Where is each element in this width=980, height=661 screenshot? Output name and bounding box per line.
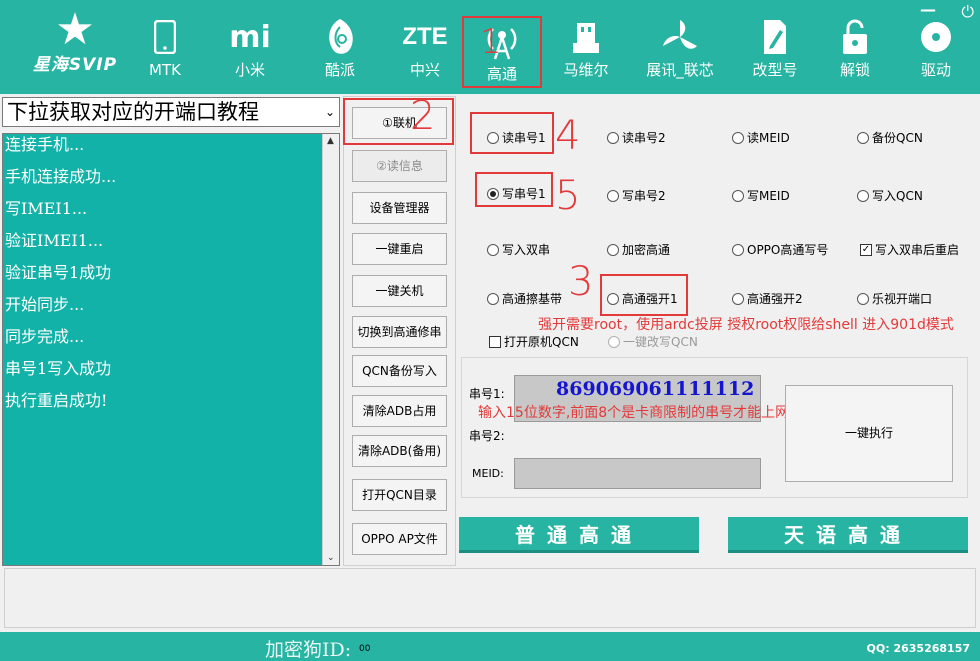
radio-write-meid[interactable]: 写MEID bbox=[732, 187, 790, 204]
star-face-icon: ★ bbox=[55, 4, 95, 55]
annotation-2: 2 bbox=[410, 93, 436, 139]
log-line: 同步完成... bbox=[5, 327, 85, 346]
radio-force-open1[interactable]: 高通强开1 bbox=[607, 290, 678, 307]
checkbox-open-original-qcn[interactable]: 打开原机QCN bbox=[489, 333, 579, 350]
toolbar-qualcomm[interactable]: 高通 bbox=[462, 16, 542, 88]
qq-contact: QQ: 2635268157 bbox=[866, 642, 970, 655]
toolbar-marvell[interactable]: 马维尔 bbox=[546, 14, 626, 88]
meid-field[interactable] bbox=[514, 458, 761, 489]
phone-icon bbox=[125, 14, 205, 60]
antenna-icon bbox=[464, 18, 540, 64]
log-line: 手机连接成功... bbox=[5, 167, 117, 186]
log-line: 连接手机... bbox=[5, 135, 85, 154]
tutorial-dropdown[interactable]: 下拉获取对应的开端口教程 ⌄ bbox=[2, 97, 340, 127]
radio-write-qcn[interactable]: 写入QCN bbox=[857, 187, 923, 204]
app-logo: ★ 星海SVIP bbox=[20, 6, 130, 86]
radio-read-meid[interactable]: 读MEID bbox=[732, 129, 790, 146]
status-area bbox=[4, 568, 976, 628]
annotation-5: 5 bbox=[555, 173, 581, 219]
tianyu-qualcomm-button[interactable]: 天语高通 bbox=[728, 517, 968, 553]
radio-read-serial2[interactable]: 读串号2 bbox=[607, 129, 666, 146]
radio-one-click-qcn[interactable]: 一键改写QCN bbox=[608, 333, 698, 350]
root-note: 强开需要root，使用ardc投屏 授权root权限给shell 进入901d模… bbox=[538, 317, 954, 333]
radio-write-dual[interactable]: 写入双串 bbox=[487, 241, 550, 258]
scroll-down-icon[interactable]: ⌄ bbox=[327, 553, 335, 563]
radio-write-serial2[interactable]: 写串号2 bbox=[607, 187, 666, 204]
log-line: 开始同步... bbox=[5, 295, 85, 314]
log-line: 验证IMEI1... bbox=[5, 231, 104, 250]
pinwheel-icon bbox=[640, 14, 720, 60]
toolbar-change-model[interactable]: 改型号 bbox=[735, 14, 815, 88]
radio-backup-qcn[interactable]: 备份QCN bbox=[857, 129, 923, 146]
edit-doc-icon bbox=[735, 14, 815, 60]
toolbar-coolpad[interactable]: 酷派 bbox=[300, 14, 380, 88]
annotation-1: 1 bbox=[480, 22, 502, 62]
radio-read-serial1[interactable]: 读串号1 bbox=[487, 129, 546, 146]
dongle-id-value: 00 bbox=[359, 644, 371, 654]
annotation-3: 3 bbox=[568, 259, 594, 305]
log-line: 验证串号1成功 bbox=[5, 263, 112, 282]
radio-leshi-open-port[interactable]: 乐视开端口 bbox=[857, 290, 932, 307]
serial2-label: 串号2: bbox=[469, 429, 505, 443]
radio-write-serial1[interactable]: 写串号1 bbox=[487, 185, 546, 202]
toolbar-mtk[interactable]: MTK bbox=[125, 14, 205, 88]
shell-icon bbox=[300, 14, 380, 60]
checkbox-reboot-after-dual[interactable]: ✓ 写入双串后重启 bbox=[860, 241, 959, 258]
action-button-panel: ①联机 ②读信息 设备管理器 一键重启 一键关机 切换到高通修串 QCN备份写入… bbox=[343, 96, 456, 566]
serial1-value: 869069061111112 bbox=[556, 378, 755, 400]
toolbar-zte[interactable]: ZTE 中兴 bbox=[385, 14, 465, 88]
zte-logo-icon: ZTE bbox=[402, 23, 448, 50]
clear-adb-button[interactable]: 清除ADB占用 bbox=[352, 395, 447, 427]
radio-oppo-write[interactable]: OPPO高通写号 bbox=[732, 241, 828, 258]
brand-text: 星海SVIP bbox=[32, 55, 118, 75]
toolbar-driver[interactable]: 驱动 bbox=[896, 14, 976, 88]
annotation-4: 4 bbox=[555, 113, 581, 159]
scroll-up-icon[interactable]: ▲ bbox=[327, 136, 334, 146]
radio-wipe-baseband[interactable]: 高通擦基带 bbox=[487, 290, 562, 307]
mi-logo-icon: mi bbox=[229, 19, 271, 55]
reboot-button[interactable]: 一键重启 bbox=[352, 233, 447, 265]
log-line: 执行重启成功! bbox=[5, 391, 108, 410]
log-scrollbar[interactable]: ▲ ⌄ bbox=[322, 134, 339, 565]
switch-qualcomm-button[interactable]: 切换到高通修串 bbox=[352, 316, 447, 348]
usb-icon bbox=[546, 14, 626, 60]
meid-label: MEID: bbox=[472, 467, 504, 480]
log-line: 写IMEI1... bbox=[5, 199, 88, 218]
read-info-button[interactable]: ②读信息 bbox=[352, 150, 447, 182]
footer-bar: 加密狗ID: 00 QQ: 2635268157 bbox=[0, 632, 980, 661]
radio-force-open2[interactable]: 高通强开2 bbox=[732, 290, 803, 307]
serial1-label: 串号1: bbox=[469, 387, 505, 401]
dongle-id-label: 加密狗ID: bbox=[265, 639, 352, 661]
serial-note: 输入15位数字,前面8个是卡商限制的串号才能上网 bbox=[478, 405, 790, 421]
oppo-ap-button[interactable]: OPPO AP文件 bbox=[352, 523, 447, 555]
device-manager-button[interactable]: 设备管理器 bbox=[352, 192, 447, 224]
open-qcn-dir-button[interactable]: 打开QCN目录 bbox=[352, 479, 447, 511]
qcn-backup-write-button[interactable]: QCN备份写入 bbox=[352, 355, 447, 387]
toolbar-spreadtrum[interactable]: 展讯_联芯 bbox=[640, 14, 720, 88]
toolbar-unlock[interactable]: 解锁 bbox=[815, 14, 895, 88]
chevron-down-icon: ⌄ bbox=[324, 105, 335, 119]
normal-qualcomm-button[interactable]: 普通高通 bbox=[459, 517, 699, 553]
radio-encrypt-qualcomm[interactable]: 加密高通 bbox=[607, 241, 670, 258]
execute-button[interactable]: 一键执行 bbox=[785, 385, 953, 482]
log-panel: 连接手机... 手机连接成功... 写IMEI1... 验证IMEI1... 验… bbox=[2, 133, 340, 566]
clear-adb-backup-button[interactable]: 清除ADB(备用) bbox=[352, 435, 447, 467]
minimize-button[interactable]: — bbox=[920, 0, 936, 19]
log-line: 串号1写入成功 bbox=[5, 359, 112, 378]
power-icon[interactable]: ⏻ bbox=[961, 2, 974, 22]
shutdown-button[interactable]: 一键关机 bbox=[352, 275, 447, 307]
unlock-icon bbox=[815, 14, 895, 60]
toolbar-xiaomi[interactable]: mi 小米 bbox=[210, 14, 290, 88]
check-icon: ✓ bbox=[860, 243, 872, 256]
